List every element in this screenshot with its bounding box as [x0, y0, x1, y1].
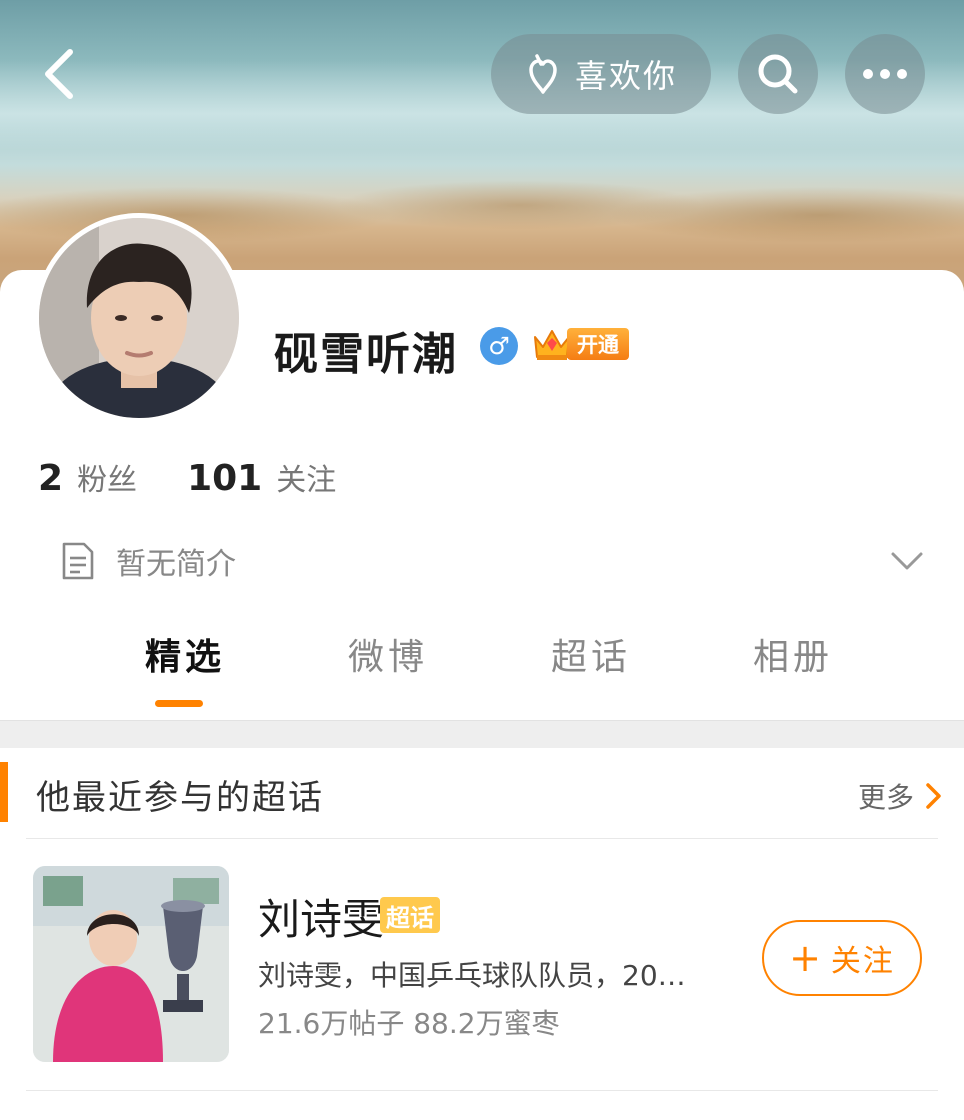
- divider: [26, 838, 938, 839]
- super-topic-tag: 超话: [380, 897, 440, 933]
- topic-description: 刘诗雯，中国乒乓球队队员，20…: [258, 959, 686, 992]
- avatar-portrait: [39, 218, 239, 418]
- like-you-label: 喜欢你: [575, 57, 678, 95]
- gender-male-icon: ♂: [480, 327, 518, 365]
- more-link[interactable]: 更多: [858, 776, 942, 816]
- following-count: 101: [187, 458, 263, 499]
- topic-thumbnail: [33, 866, 229, 1062]
- search-icon: [758, 54, 798, 94]
- chevron-left-icon: [45, 49, 73, 99]
- more-dots-icon: [863, 69, 907, 79]
- following-stat[interactable]: 101 关注: [187, 455, 336, 499]
- vip-open-badge[interactable]: 开通: [531, 325, 629, 363]
- more-options-button[interactable]: [845, 34, 925, 114]
- tab-album[interactable]: 相册: [753, 628, 833, 680]
- more-label: 更多: [857, 781, 914, 814]
- document-icon: [62, 542, 94, 580]
- back-button[interactable]: [28, 44, 88, 104]
- chevron-down-icon[interactable]: [890, 551, 924, 571]
- follow-topic-button[interactable]: + 关注: [762, 920, 922, 996]
- topic-photo: [33, 866, 229, 1062]
- bio-text: 暂无简介: [116, 547, 236, 582]
- super-topic-item[interactable]: 刘诗雯 超话 刘诗雯，中国乒乓球队队员，20… 21.6万帖子 88.2万蜜枣 …: [0, 866, 964, 1064]
- followers-count: 2: [38, 458, 64, 499]
- follow-label: 关注: [830, 944, 895, 979]
- tab-featured[interactable]: 精选: [145, 628, 225, 680]
- avatar[interactable]: [34, 213, 244, 423]
- section-heading: 他最近参与的超话: [36, 778, 324, 818]
- super-topic-section: 他最近参与的超话 更多 刘诗雯 超话 刘诗雯，中国乒乓球队队员，20… 21.6…: [0, 748, 964, 1120]
- active-tab-indicator: [155, 700, 203, 707]
- plus-icon: +: [789, 936, 821, 980]
- topic-stats: 21.6万帖子 88.2万蜜枣: [258, 1007, 560, 1040]
- username: 砚雪听潮: [274, 329, 458, 380]
- profile-tabs: 精选 微博 超话 相册: [0, 628, 964, 720]
- vip-label: 开通: [567, 328, 629, 360]
- followers-label: 粉丝: [77, 463, 138, 498]
- section-accent-bar: [0, 762, 8, 822]
- like-you-button[interactable]: 喜欢你: [491, 34, 711, 114]
- followers-stat[interactable]: 2 粉丝: [38, 455, 137, 499]
- following-label: 关注: [276, 463, 337, 498]
- stats-row: 2 粉丝 101 关注: [38, 455, 336, 499]
- cover-haze: [0, 60, 964, 150]
- chevron-right-icon: [926, 783, 941, 809]
- tab-weibo[interactable]: 微博: [348, 628, 428, 680]
- search-button[interactable]: [738, 34, 818, 114]
- topic-title: 刘诗雯: [258, 895, 385, 944]
- tab-super-topic[interactable]: 超话: [551, 628, 631, 680]
- divider: [26, 1090, 938, 1091]
- hand-heart-icon: [529, 54, 557, 94]
- bio-row[interactable]: 暂无简介: [60, 536, 924, 586]
- section-separator: [0, 720, 964, 748]
